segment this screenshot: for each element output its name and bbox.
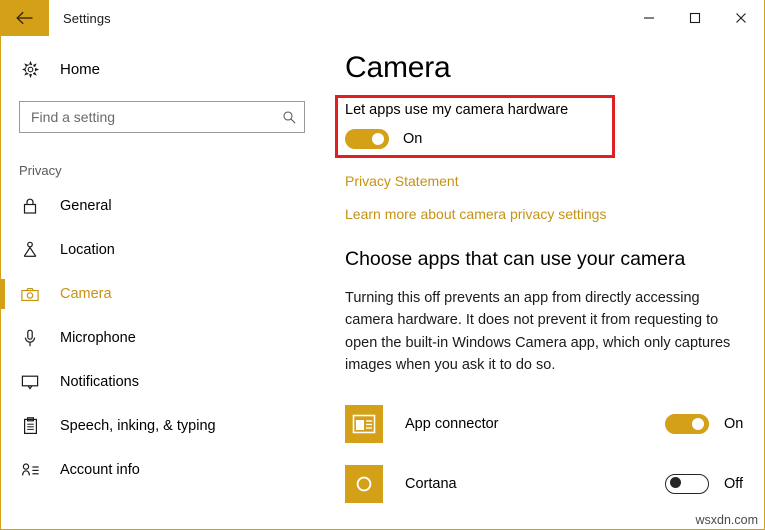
app-connector-icon (345, 405, 383, 443)
toggle-knob (372, 133, 384, 145)
search-input[interactable] (20, 102, 274, 132)
master-toggle-row: On (345, 129, 764, 149)
toggle-knob (670, 477, 681, 488)
search-box[interactable] (19, 101, 305, 133)
app-row-cortana: Cortana Off (345, 454, 764, 514)
sidebar-item-label: Camera (60, 286, 112, 302)
minimize-button[interactable] (626, 0, 672, 36)
close-button[interactable] (718, 0, 764, 36)
microphone-icon (19, 329, 41, 348)
sidebar-item-general[interactable]: General (1, 184, 331, 228)
sidebar-item-microphone[interactable]: Microphone (1, 316, 331, 360)
main-pane: Camera Let apps use my camera hardware O… (331, 37, 764, 530)
back-arrow-icon (15, 10, 35, 26)
master-toggle-switch[interactable] (345, 129, 389, 149)
speech-bubble-icon (19, 374, 41, 390)
sidebar-item-account-info[interactable]: Account info (1, 448, 331, 492)
sidebar-item-label: General (60, 198, 112, 214)
page-title: Camera (345, 51, 764, 85)
app-toggle-state: On (724, 416, 750, 432)
back-button[interactable] (1, 0, 49, 36)
caption-buttons (626, 0, 764, 36)
sidebar-nav-list: General Location (1, 184, 331, 492)
gear-icon (19, 61, 41, 78)
sidebar-item-notifications[interactable]: Notifications (1, 360, 331, 404)
sidebar-item-home[interactable]: Home (1, 49, 331, 89)
sidebar-item-label: Notifications (60, 374, 139, 390)
sidebar-home-label: Home (60, 61, 100, 78)
app-toggle-wrap: Off (665, 474, 750, 494)
master-toggle-state: On (403, 131, 422, 147)
toggle-knob (692, 418, 704, 430)
app-name: Cortana (405, 476, 665, 492)
sidebar: Home Privacy (1, 37, 331, 530)
account-info-icon (19, 462, 41, 478)
cortana-ring-icon (345, 465, 383, 503)
description-text: Turning this off prevents an app from di… (345, 287, 743, 376)
settings-window: Settings (0, 0, 765, 530)
learn-more-link[interactable]: Learn more about camera privacy settings (345, 206, 606, 222)
close-icon (735, 12, 747, 24)
app-toggle-state: Off (724, 476, 750, 492)
location-pin-icon (19, 241, 41, 259)
sidebar-item-camera[interactable]: Camera (1, 272, 331, 316)
app-toggle-wrap: On (665, 414, 750, 434)
sidebar-item-label: Microphone (60, 330, 136, 346)
camera-icon (19, 287, 41, 302)
title-bar: Settings (1, 0, 764, 37)
sidebar-item-label: Account info (60, 462, 140, 478)
sidebar-item-speech-inking-typing[interactable]: Speech, inking, & typing (1, 404, 331, 448)
app-toggle-switch[interactable] (665, 414, 709, 434)
privacy-statement-link[interactable]: Privacy Statement (345, 173, 459, 189)
maximize-icon (689, 12, 701, 24)
app-name: App connector (405, 416, 665, 432)
master-toggle-block: Let apps use my camera hardware On (345, 102, 764, 149)
choose-apps-heading: Choose apps that can use your camera (345, 248, 764, 271)
watermark: wsxdn.com (695, 513, 758, 527)
search-icon[interactable] (274, 110, 304, 125)
sidebar-item-label: Speech, inking, & typing (60, 418, 216, 434)
minimize-icon (643, 12, 655, 24)
window-title: Settings (49, 0, 626, 36)
maximize-button[interactable] (672, 0, 718, 36)
clipboard-icon (19, 417, 41, 435)
sidebar-item-label: Location (60, 242, 115, 258)
sidebar-section-label: Privacy (19, 163, 331, 178)
window-body: Home Privacy (1, 37, 764, 530)
master-toggle-label: Let apps use my camera hardware (345, 102, 764, 118)
app-row-app-connector: App connector On (345, 394, 764, 454)
app-toggle-switch[interactable] (665, 474, 709, 494)
app-permission-list: App connector On Cortana (345, 394, 764, 514)
lock-icon (19, 197, 41, 215)
sidebar-item-location[interactable]: Location (1, 228, 331, 272)
